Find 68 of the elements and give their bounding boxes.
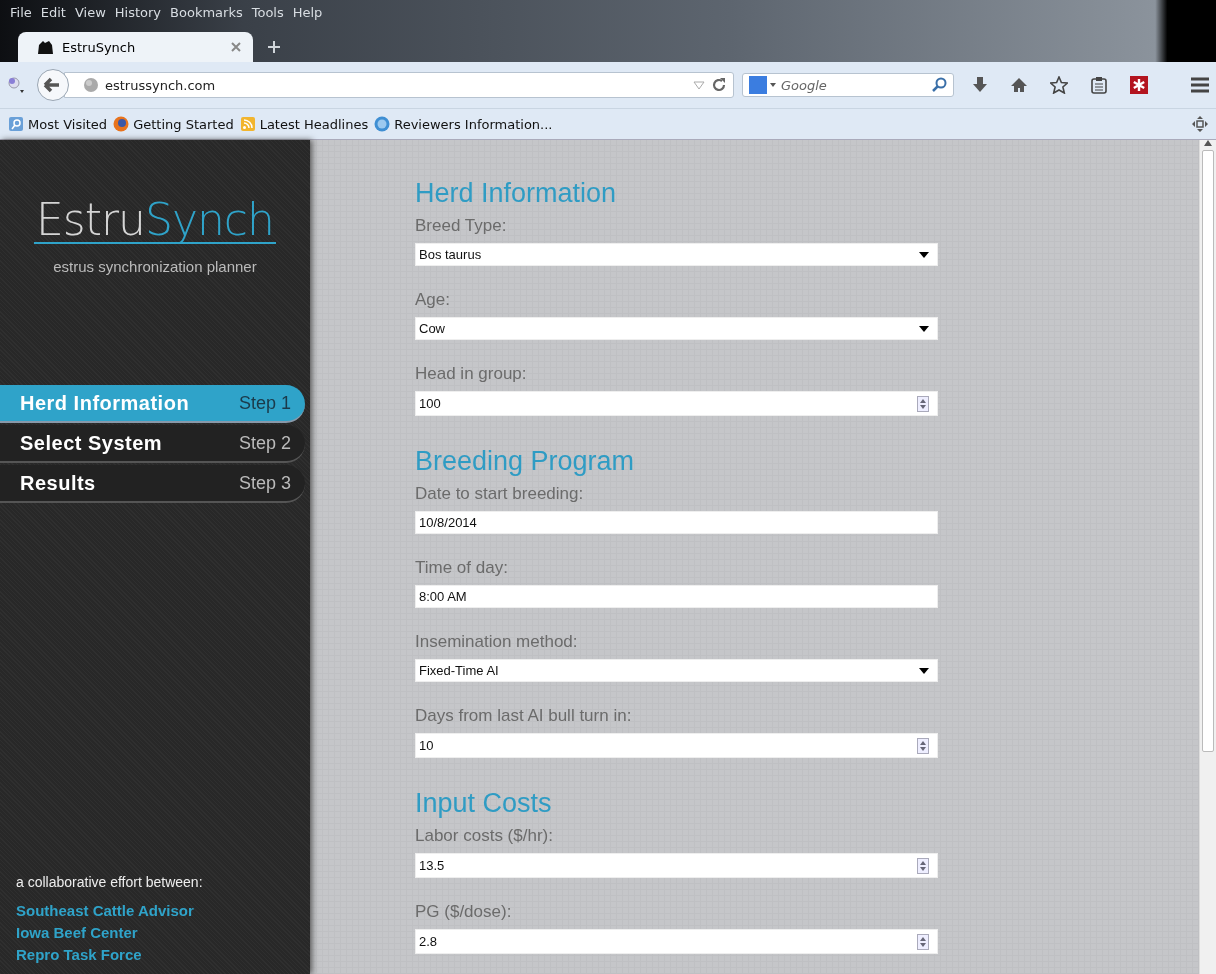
menu-item[interactable]: Bookmarks [170, 5, 243, 26]
input-field[interactable]: 10/8/2014 [415, 511, 938, 534]
star-icon[interactable] [1050, 76, 1068, 94]
partner-link[interactable]: Southeast Cattle Advisor [16, 900, 194, 922]
field-label: Days from last AI bull turn in: [415, 706, 633, 726]
bookmark-link[interactable]: Latest Headlines [259, 116, 369, 132]
asterisk-icon[interactable] [1130, 76, 1148, 94]
move-icon[interactable] [1192, 116, 1208, 132]
caret-icon [919, 667, 929, 674]
section-heading: Herd Information [415, 178, 618, 208]
back-icon[interactable] [36, 68, 70, 102]
spinner-icon[interactable] [917, 857, 929, 874]
search-icon[interactable] [931, 77, 947, 93]
field-label: Labor costs ($/hr): [415, 826, 554, 846]
step-tab[interactable]: Results Step 3 [0, 465, 305, 503]
partner-link[interactable]: Iowa Beef Center [16, 922, 138, 944]
field-label: Date to start breeding: [415, 484, 585, 504]
dropdown[interactable]: Fixed-Time AI [415, 659, 938, 682]
new-tab-icon[interactable] [267, 40, 281, 54]
tagline: estrus synchronization planner [53, 258, 257, 275]
bookmark-link[interactable]: Getting Started [133, 116, 234, 132]
number-field[interactable]: 2.8 [415, 929, 938, 954]
search-field[interactable]: Google [742, 73, 954, 97]
firefox-icon [113, 116, 130, 132]
clipboard-icon[interactable] [1090, 76, 1108, 94]
field-label: Time of day: [415, 558, 509, 578]
reload-icon[interactable] [711, 77, 727, 93]
dropdown[interactable]: Cow [415, 317, 938, 340]
dropdown[interactable]: Bos taurus [415, 243, 938, 266]
partner-link[interactable]: Repro Task Force [16, 944, 142, 966]
bookmark-link[interactable]: Most Visited [28, 116, 108, 132]
menu-item[interactable]: File [10, 5, 32, 26]
scrollbar[interactable] [1199, 140, 1216, 974]
spinner-icon[interactable] [917, 737, 929, 754]
section-heading: Input Costs [415, 788, 553, 818]
spinner-icon[interactable] [917, 933, 929, 950]
menu-icon[interactable] [1190, 77, 1210, 93]
credit-text: a collaborative effort between: [16, 874, 204, 890]
close-icon[interactable] [231, 42, 241, 52]
field-label: PG ($/dose): [415, 902, 513, 922]
globe-icon [374, 116, 391, 132]
field-label: Age: [415, 290, 451, 310]
menu-item[interactable]: View [74, 5, 106, 26]
caret-icon [919, 325, 929, 332]
download-icon[interactable] [972, 76, 988, 94]
search-icon [8, 116, 24, 132]
spinner-icon[interactable] [917, 395, 929, 412]
menu-item[interactable]: Tools [251, 5, 284, 26]
input-field[interactable]: 8:00 AM [415, 585, 938, 608]
field-label: Head in group: [415, 364, 528, 384]
caret-icon [919, 251, 929, 258]
bookmark-link[interactable]: Reviewers Information... [394, 116, 553, 132]
step-tab[interactable]: Herd Information Step 1 [0, 385, 305, 423]
step-tab[interactable]: Select System Step 2 [0, 425, 305, 463]
number-field[interactable]: 13.5 [415, 853, 938, 878]
field-label: Insemination method: [415, 632, 579, 652]
rss-icon [239, 116, 256, 132]
section-heading: Breeding Program [415, 446, 636, 476]
menu-item[interactable]: History [114, 5, 162, 26]
globe-icon [83, 77, 99, 93]
number-field[interactable]: 100 [415, 391, 938, 416]
menu-item[interactable]: Help [292, 5, 323, 26]
field-label: Breed Type: [415, 216, 508, 236]
home-icon[interactable] [1010, 77, 1028, 93]
number-field[interactable]: 10 [415, 733, 938, 758]
menu-item[interactable]: Edit [40, 5, 66, 26]
logo: EstruSynch [34, 198, 276, 244]
browser-tab[interactable]: EstruSynch [18, 32, 253, 62]
